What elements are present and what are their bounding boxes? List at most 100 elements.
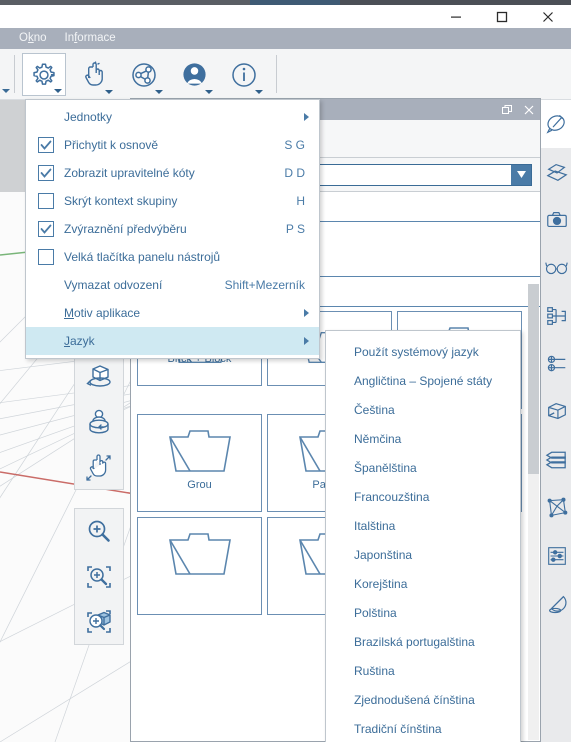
pan-tool[interactable]: [75, 444, 123, 489]
menu-item-clear-inference[interactable]: Vymazat odvození Shift+Mezerník: [26, 271, 319, 299]
look-around-tool[interactable]: [75, 399, 123, 444]
menubar-item-okno[interactable]: Okno: [10, 28, 56, 49]
paint-bucket-tool[interactable]: [541, 100, 571, 148]
checkbox-placeholder: [38, 333, 54, 349]
lang-item-label: Ruština: [354, 663, 395, 678]
lang-item-simplified-chinese[interactable]: Zjednodušená čínština: [326, 685, 520, 714]
lang-item-japanese[interactable]: Japonština: [326, 540, 520, 569]
zoom-window-tool[interactable]: [75, 554, 123, 599]
menu-item-show-editable-dimensions[interactable]: Zobrazit upravitelné kóty D D: [26, 159, 319, 187]
settings-dropdown-menu: Jednotky Přichytit k osnově S G Zobrazit…: [25, 99, 320, 359]
checkbox-placeholder: [38, 109, 54, 125]
menu-item-shortcut: P S: [285, 222, 305, 236]
zoom-extents-tool[interactable]: [75, 599, 123, 644]
checkbox-unchecked[interactable]: [38, 193, 54, 209]
lang-item-polish[interactable]: Polština: [326, 598, 520, 627]
application-window: Okno Informace Brick + Block Grou Jednot…: [0, 0, 571, 742]
scrollbar-thumb[interactable]: [528, 284, 539, 474]
menu-item-preselection-highlight[interactable]: Zvýraznění předvýběru P S: [26, 215, 319, 243]
lang-item-french[interactable]: Francouzština: [326, 482, 520, 511]
section-plane-tool[interactable]: [541, 388, 571, 436]
chevron-down-icon[interactable]: [205, 90, 213, 94]
folder-icon: [168, 530, 232, 581]
checkbox-checked[interactable]: [38, 137, 54, 153]
lang-item-label: Čeština: [354, 402, 395, 417]
menu-item-units[interactable]: Jednotky: [26, 103, 319, 131]
lang-item-brazilian-portuguese[interactable]: Brazilská portugalština: [326, 627, 520, 656]
lang-item-english-us[interactable]: Angličtina – Spojené státy: [326, 366, 520, 395]
menu-item-large-toolbar-buttons[interactable]: Velká tlačítka panelu nástrojů: [26, 243, 319, 271]
menu-item-app-theme[interactable]: Motiv aplikace: [26, 299, 319, 327]
lang-item-label: Korejština: [354, 576, 408, 591]
combobox-dropdown-button[interactable]: [511, 164, 531, 185]
lang-item-russian[interactable]: Ruština: [326, 656, 520, 685]
chevron-down-icon[interactable]: [54, 89, 62, 93]
submenu-arrow-icon: [304, 337, 309, 345]
menubar-item-informace[interactable]: Informace: [56, 28, 125, 49]
settings-gear-button[interactable]: [22, 53, 66, 96]
menu-item-shortcut: H: [296, 194, 305, 208]
folder-icon: [168, 427, 232, 478]
lang-item-spanish[interactable]: Španělština: [326, 453, 520, 482]
checkbox-placeholder: [38, 277, 54, 293]
chevron-down-icon[interactable]: [155, 90, 163, 94]
orbit-tool[interactable]: [75, 354, 123, 399]
lang-item-korean[interactable]: Korejština: [326, 569, 520, 598]
submenu-arrow-icon: [304, 113, 309, 121]
menu-item-label: Motiv aplikace: [64, 306, 141, 320]
material-folder-label: Grou: [187, 479, 212, 491]
lang-item-label: Španělština: [354, 460, 417, 475]
lang-item-label: Tradiční čínština: [354, 721, 442, 736]
menu-item-shortcut: D D: [284, 166, 305, 180]
lang-item-label: Použít systémový jazyk: [354, 344, 479, 359]
camera-tool[interactable]: [541, 196, 571, 244]
sandbox-tool[interactable]: [541, 484, 571, 532]
material-folder-cell[interactable]: Grou: [137, 414, 262, 512]
styles-tool[interactable]: [541, 532, 571, 580]
viewport-zoom-tools: [74, 508, 124, 645]
outliner-tool[interactable]: [541, 292, 571, 340]
share-model-button[interactable]: [122, 53, 166, 96]
right-tool-palette: [540, 100, 571, 742]
axes-tool[interactable]: [541, 340, 571, 388]
menu-item-label: Zvýraznění předvýběru: [64, 222, 187, 236]
lang-item-czech[interactable]: Čeština: [326, 395, 520, 424]
checkbox-checked[interactable]: [38, 165, 54, 181]
zoom-tool[interactable]: [75, 509, 123, 554]
menu-item-label: Velká tlačítka panelu nástrojů: [64, 250, 221, 264]
lang-item-system[interactable]: Použít systémový jazyk: [326, 337, 520, 366]
interact-hand-button[interactable]: [72, 53, 116, 96]
menu-item-hide-group-context[interactable]: Skrýt kontext skupiny H: [26, 187, 319, 215]
minimize-button[interactable]: [433, 5, 479, 28]
checkbox-placeholder: [38, 305, 54, 321]
lang-item-traditional-chinese[interactable]: Tradiční čínština: [326, 714, 520, 742]
maximize-button[interactable]: [479, 5, 525, 28]
close-button[interactable]: [525, 5, 571, 28]
lang-item-label: Brazilská portugalština: [354, 634, 475, 649]
submenu-arrow-icon: [304, 309, 309, 317]
chevron-down-icon[interactable]: [255, 90, 263, 94]
account-button[interactable]: [172, 53, 216, 96]
materials-scrollbar[interactable]: [528, 284, 539, 740]
material-folder-cell[interactable]: [137, 517, 262, 615]
main-toolbar: [0, 49, 571, 100]
lang-item-german[interactable]: Němčina: [326, 424, 520, 453]
panel-undock-button[interactable]: [496, 99, 518, 120]
layers-tool[interactable]: [541, 436, 571, 484]
info-button[interactable]: [222, 53, 266, 96]
menu-item-label: Přichytit k osnově: [64, 138, 159, 152]
checkbox-unchecked[interactable]: [38, 249, 54, 265]
checkbox-checked[interactable]: [38, 221, 54, 237]
menu-bar: Okno Informace: [0, 28, 571, 49]
lang-item-italian[interactable]: Italština: [326, 511, 520, 540]
overflow-caret-icon[interactable]: [2, 89, 10, 93]
window-title-bar: [0, 5, 571, 28]
chevron-down-icon[interactable]: [105, 90, 113, 94]
offset-tool[interactable]: [541, 148, 571, 196]
panel-close-button[interactable]: [518, 99, 540, 120]
menu-item-label: Jazyk: [64, 334, 95, 348]
shadows-tool[interactable]: [541, 580, 571, 628]
walkthrough-tool[interactable]: [541, 244, 571, 292]
menu-item-language[interactable]: Jazyk: [26, 327, 319, 355]
menu-item-snap-to-grid[interactable]: Přichytit k osnově S G: [26, 131, 319, 159]
